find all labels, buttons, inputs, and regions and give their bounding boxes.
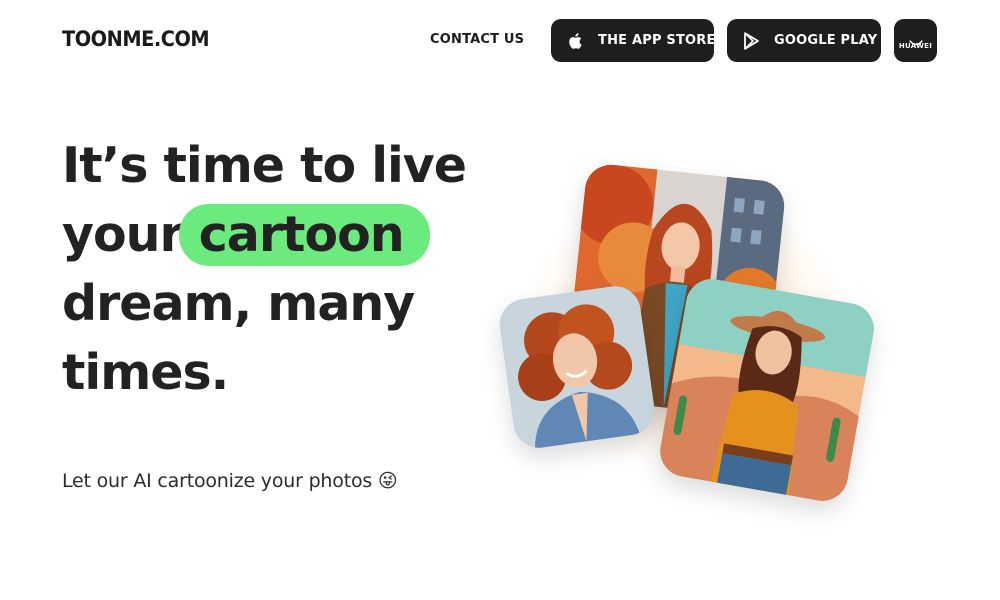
hero-headline: It’s time to live your cartoon dream, ma… xyxy=(62,131,482,407)
app-store-label: THE APP STORE xyxy=(598,33,716,48)
google-play-icon xyxy=(742,31,760,50)
google-play-label: GOOGLE PLAY xyxy=(774,33,878,48)
landing-page: TOONME.COM CONTACT US THE APP STORE GOOG… xyxy=(0,0,1000,600)
huawei-bag-icon xyxy=(908,31,923,46)
apple-icon xyxy=(568,32,584,50)
huawei-appgallery-button[interactable]: HUAWEI xyxy=(894,19,937,62)
headline-line-2: your cartoon xyxy=(62,200,482,269)
cartoon-desert-card xyxy=(656,275,878,505)
headline-line-3: dream, many xyxy=(62,275,415,332)
google-play-button[interactable]: GOOGLE PLAY xyxy=(727,19,881,62)
headline-line-4: times. xyxy=(62,344,229,401)
site-logo[interactable]: TOONME.COM xyxy=(62,27,210,51)
hero-subtitle: Let our AI cartoonize your photos 😜 xyxy=(62,470,398,492)
huawei-label: HUAWEI xyxy=(898,42,933,50)
headline-highlight: cartoon xyxy=(178,200,430,269)
headline-line-1: It’s time to live xyxy=(62,137,467,194)
contact-us-link[interactable]: CONTACT US xyxy=(430,32,524,47)
original-photo-card xyxy=(496,282,658,452)
app-store-button[interactable]: THE APP STORE xyxy=(551,19,716,62)
